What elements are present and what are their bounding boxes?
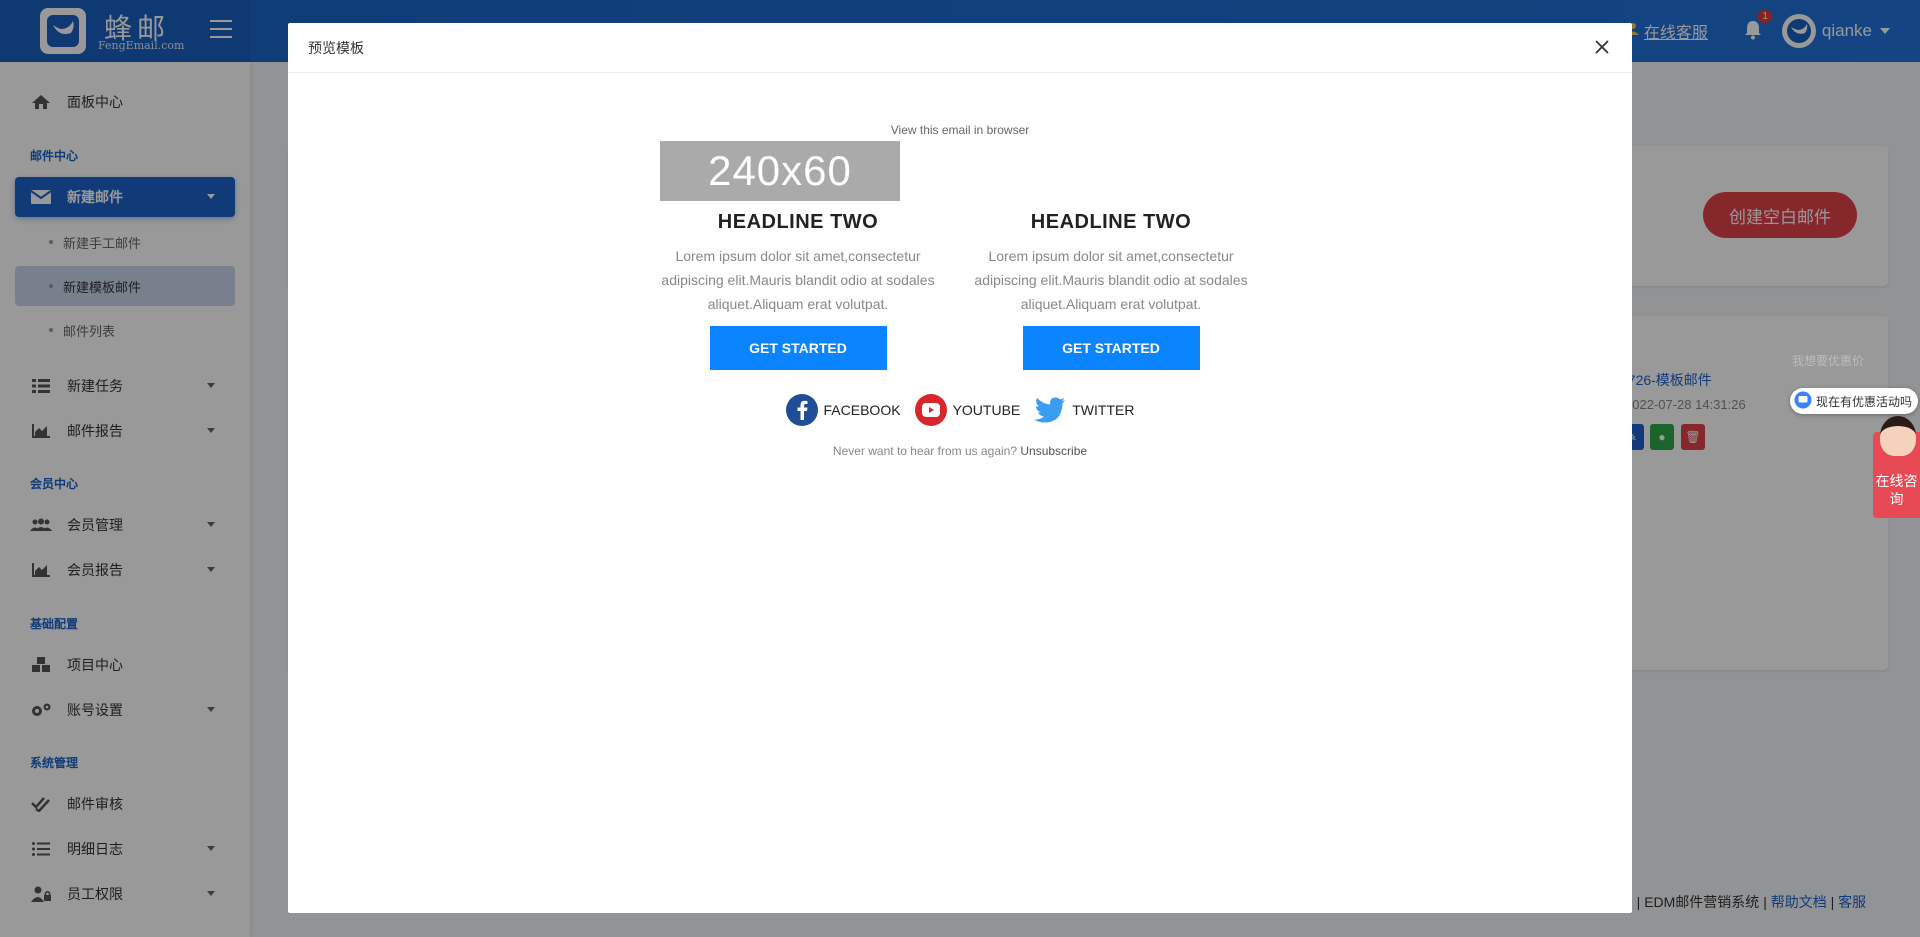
email-column-2: HEADLINE TWO Lorem ipsum dolor sit amet,… <box>966 211 1256 370</box>
email-column-1: HEADLINE TWO Lorem ipsum dolor sit amet,… <box>653 211 943 370</box>
body-text: Lorem ipsum dolor sit amet,consectetur a… <box>661 248 935 312</box>
facebook-icon <box>785 394 818 426</box>
email-preview: View this email in browser 240x60 HEADLI… <box>288 23 1632 913</box>
agent-avatar-icon <box>1880 416 1916 456</box>
twitter-label: TWITTER <box>1072 402 1135 418</box>
youtube-icon <box>914 394 947 426</box>
unsubscribe-link[interactable]: Unsubscribe <box>1020 444 1087 458</box>
promo-chat-bubble[interactable]: 现在有优惠活动吗 <box>1790 388 1918 414</box>
promo-label: 现在有优惠活动吗 <box>1816 394 1913 409</box>
social-links: FACEBOOK YOUTUBE TWITTER <box>288 394 1632 426</box>
view-in-browser-link[interactable]: View this email in browser <box>288 123 1632 137</box>
header-image-placeholder: 240x60 <box>660 141 900 201</box>
twitter-link[interactable]: TWITTER <box>1034 394 1134 426</box>
youtube-label: YOUTUBE <box>952 402 1021 418</box>
unsubscribe-line: Never want to hear from us again? Unsubs… <box>288 444 1632 458</box>
twitter-icon <box>1034 394 1066 426</box>
body-text: Lorem ipsum dolor sit amet,consectetur a… <box>974 248 1248 312</box>
chat-bubble-icon <box>1794 391 1812 412</box>
promo-faded-bubble: 我想要优惠价 <box>1792 354 1865 368</box>
youtube-link[interactable]: YOUTUBE <box>914 394 1021 426</box>
unsubscribe-text: Never want to hear from us again? <box>832 444 1021 458</box>
preview-template-modal: 预览模板 View this email in browser 240x60 H… <box>288 23 1632 913</box>
get-started-button[interactable]: GET STARTED <box>709 326 887 370</box>
headline: HEADLINE TWO <box>717 211 879 233</box>
headline: HEADLINE TWO <box>1030 211 1192 233</box>
facebook-link[interactable]: FACEBOOK <box>785 394 901 426</box>
get-started-button[interactable]: GET STARTED <box>1022 326 1200 370</box>
facebook-label: FACEBOOK <box>823 402 901 418</box>
